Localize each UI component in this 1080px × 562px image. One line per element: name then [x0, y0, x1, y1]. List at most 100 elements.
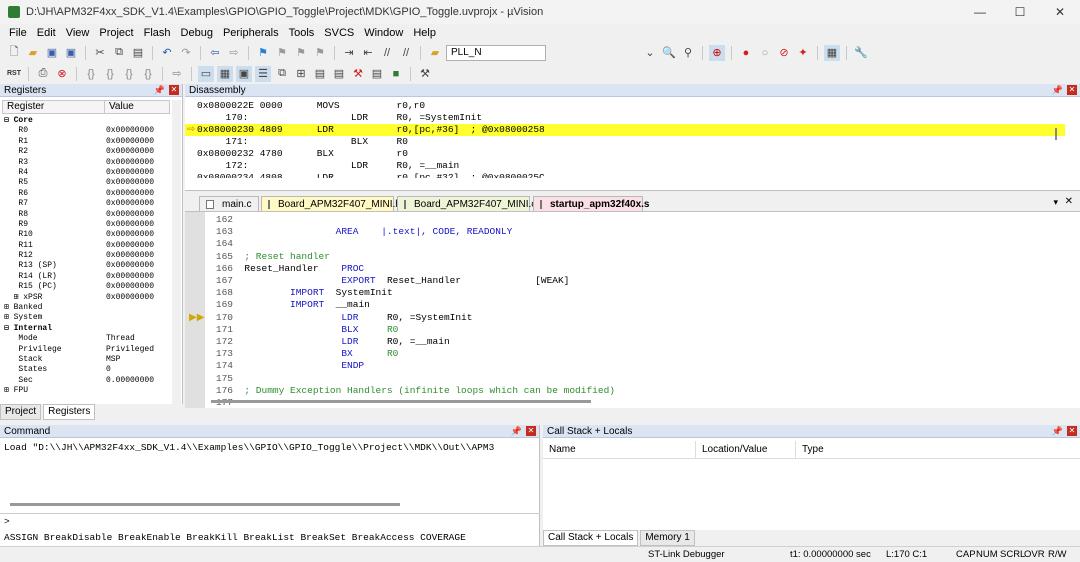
register-row[interactable]: R15 (PC) 0x00000000: [4, 282, 172, 292]
comment-icon[interactable]: //: [379, 45, 395, 61]
command-window-icon[interactable]: ▭: [198, 65, 214, 82]
pin-icon[interactable]: 📌: [511, 426, 522, 437]
memory-window-icon[interactable]: ▤: [312, 66, 328, 82]
menu-svcs[interactable]: SVCS: [319, 27, 359, 39]
code-line[interactable]: 162: [211, 214, 244, 226]
undo-icon[interactable]: ↶: [159, 45, 175, 61]
register-row[interactable]: States 0: [4, 365, 172, 375]
breakpoint-insert-icon[interactable]: ●: [738, 45, 754, 61]
register-row[interactable]: R13 (SP) 0x00000000: [4, 261, 172, 271]
disasm-scrollbar[interactable]: [1055, 128, 1057, 140]
register-row[interactable]: R5 0x00000000: [4, 178, 172, 188]
toolbox-icon[interactable]: ⚒: [417, 66, 433, 82]
code-line[interactable]: 168 IMPORT SystemInit: [211, 287, 393, 299]
watch-window-icon[interactable]: ⊞: [293, 66, 309, 82]
open-folder-icon[interactable]: ▰: [25, 45, 41, 61]
register-row[interactable]: Mode Thread: [4, 334, 172, 344]
window-layout-icon[interactable]: ▦: [824, 44, 840, 61]
breakpoint-kill-icon[interactable]: ✦: [795, 45, 811, 61]
system-viewer-icon[interactable]: ■: [388, 66, 404, 82]
register-row[interactable]: Stack MSP: [4, 355, 172, 365]
register-row[interactable]: R1 0x00000000: [4, 137, 172, 147]
tab-project[interactable]: Project: [0, 404, 42, 420]
nav-forward-icon[interactable]: ⇨: [226, 45, 242, 61]
menu-peripherals[interactable]: Peripherals: [218, 27, 284, 39]
analysis-window-icon[interactable]: ⚒: [350, 66, 366, 82]
tab-registers[interactable]: Registers: [43, 404, 96, 420]
show-next-statement-icon[interactable]: ⇨: [169, 66, 185, 82]
debug-session-icon[interactable]: ⊕: [709, 44, 725, 61]
register-row[interactable]: Sec 0.00000000: [4, 376, 172, 386]
disassembly-window-icon[interactable]: ▦: [217, 65, 233, 82]
tab-board-c[interactable]: Board_APM32F407_MINI.c: [397, 196, 536, 211]
close-icon[interactable]: ✕: [169, 84, 179, 95]
save-all-icon[interactable]: ▣: [63, 45, 79, 61]
maximize-button[interactable]: ☐: [1000, 0, 1040, 24]
menu-tools[interactable]: Tools: [284, 27, 320, 39]
command-hscrollbar[interactable]: [10, 503, 400, 506]
redo-icon[interactable]: ↷: [178, 45, 194, 61]
register-row[interactable]: R3 0x00000000: [4, 158, 172, 168]
disasm-line[interactable]: 0x0800022E 0000 MOVS r0,r0: [197, 100, 425, 112]
registers-window-icon[interactable]: ☰: [255, 65, 271, 82]
location-column[interactable]: Location/Value: [696, 440, 796, 459]
register-row[interactable]: R14 (LR) 0x00000000: [4, 272, 172, 282]
register-row[interactable]: R0 0x00000000: [4, 126, 172, 136]
menu-project[interactable]: Project: [94, 27, 138, 39]
register-row[interactable]: R8 0x00000000: [4, 210, 172, 220]
trace-window-icon[interactable]: ▤: [369, 66, 385, 82]
code-line[interactable]: 167 EXPORT Reset_Handler [WEAK]: [211, 275, 570, 287]
step-into-icon[interactable]: {}: [83, 66, 99, 82]
code-line[interactable]: 170 LDR R0, =SystemInit: [211, 312, 473, 324]
disasm-line[interactable]: 172: LDR R0, =__main: [197, 160, 460, 172]
register-row[interactable]: ⊞ FPU: [4, 386, 172, 396]
register-row[interactable]: R2 0x00000000: [4, 147, 172, 157]
code-line[interactable]: 169 IMPORT __main: [211, 299, 370, 311]
editor-gutter[interactable]: [185, 212, 205, 408]
pin-icon[interactable]: 📌: [1052, 85, 1063, 96]
register-row[interactable]: R7 0x00000000: [4, 199, 172, 209]
name-column[interactable]: Name: [543, 440, 696, 459]
register-row[interactable]: ⊞ Banked: [4, 303, 172, 313]
close-button[interactable]: ✕: [1040, 0, 1080, 24]
prev-bookmark-icon[interactable]: ⚑: [274, 45, 290, 61]
register-row[interactable]: ⊞ xPSR 0x00000000: [4, 293, 172, 303]
value-column[interactable]: Value: [105, 101, 134, 113]
register-row[interactable]: ⊞ System: [4, 313, 172, 323]
menu-help[interactable]: Help: [408, 27, 441, 39]
editor-hscrollbar[interactable]: [205, 398, 1065, 406]
code-line[interactable]: 163 AREA |.text|, CODE, READONLY: [211, 226, 512, 238]
reset-icon[interactable]: RST: [6, 66, 22, 82]
register-column[interactable]: Register: [3, 101, 105, 113]
menu-edit[interactable]: Edit: [32, 27, 61, 39]
breakpoint-disable-icon[interactable]: ⊘: [776, 45, 792, 61]
cut-icon[interactable]: ✂: [92, 45, 108, 61]
new-file-icon[interactable]: 🗋: [6, 45, 22, 61]
tab-startup-s[interactable]: startup_apm32f40x.s: [533, 196, 650, 211]
type-column[interactable]: Type: [796, 441, 1080, 459]
step-out-icon[interactable]: {}: [121, 66, 137, 82]
combo-dropdown-icon[interactable]: ⌄: [642, 45, 658, 61]
registers-scrollbar[interactable]: [172, 100, 181, 404]
register-row[interactable]: ⊟ Internal: [4, 324, 172, 334]
save-icon[interactable]: ▣: [44, 45, 60, 61]
register-row[interactable]: R6 0x00000000: [4, 189, 172, 199]
register-row[interactable]: R11 0x00000000: [4, 241, 172, 251]
register-row[interactable]: R9 0x00000000: [4, 220, 172, 230]
tab-board-h[interactable]: Board_APM32F407_MINI.h: [261, 196, 401, 211]
minimize-button[interactable]: —: [960, 0, 1000, 24]
pin-icon[interactable]: 📌: [154, 85, 165, 96]
find-combo[interactable]: PLL_N: [446, 44, 546, 61]
register-row[interactable]: R12 0x00000000: [4, 251, 172, 261]
code-line[interactable]: 164: [211, 238, 244, 250]
step-over-icon[interactable]: {}: [102, 66, 118, 82]
run-to-cursor-icon[interactable]: {}: [140, 66, 156, 82]
code-line[interactable]: 176 ; Dummy Exception Handlers (infinite…: [211, 385, 615, 397]
code-editor[interactable]: ▶▶ 162 163 AREA |.text|, CODE, READONLY 1…: [185, 212, 1080, 408]
menu-window[interactable]: Window: [359, 27, 408, 39]
disasm-line[interactable]: 0x08000230 4809 LDR r0,[pc,#36] ; @0x080…: [197, 124, 545, 136]
tab-list-dropdown-icon[interactable]: ▾: [1053, 197, 1058, 208]
indent-icon[interactable]: ⇥: [341, 45, 357, 61]
menu-file[interactable]: File: [4, 27, 32, 39]
register-row[interactable]: ⊟ Core: [4, 116, 172, 126]
